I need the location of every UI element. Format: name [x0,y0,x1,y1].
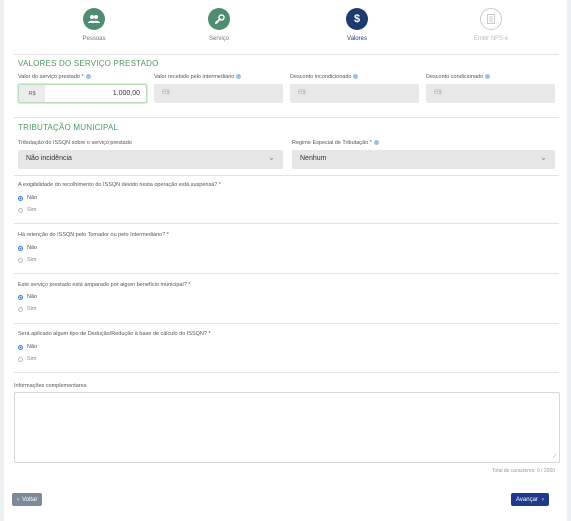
divider [14,223,559,224]
chevron-left-icon: ‹ [17,496,19,503]
divider [14,372,559,373]
valor-servico-label: Valor do serviço prestado * [18,74,91,80]
step-valores[interactable]: $ Valores [317,8,397,42]
radio-sim[interactable]: Sim [18,356,36,362]
issqn-value: Não incidência [26,155,72,162]
wrench-icon [208,8,230,30]
divider [14,54,559,55]
step-label: Emitir NFS-e [473,36,509,42]
currency-prefix: R$ [162,90,170,96]
valor-servico-input[interactable]: R$ 1.000,00 [18,84,147,103]
question-deducao: Será aplicado algum tipo de Dedução/Redu… [18,331,211,337]
regime-value: Nenhum [300,155,327,162]
chevron-down-icon: ⌄ [540,153,547,162]
back-button[interactable]: ‹ Voltar [12,493,43,506]
question-retencao: Há retenção do ISSQN pelo Tomador ou pel… [18,232,169,238]
desconto-condicionado-input[interactable]: R$ [426,84,555,103]
document-icon [480,8,502,30]
currency-prefix: R$ [298,90,306,96]
regime-select[interactable]: Nenhum ⌄ [292,150,555,169]
back-button-label: Voltar [22,496,38,503]
info-icon [485,74,491,80]
desconto-condicionado-label: Desconto condicionado [426,74,491,80]
divider [14,175,559,176]
divider [14,323,559,324]
informacoes-label: Informações complementares [14,383,87,389]
informacoes-textarea[interactable]: ⟋ [14,392,560,463]
next-button[interactable]: Avançar › [511,493,549,506]
chevron-down-icon: ⌄ [268,153,275,162]
step-label: Serviço [208,36,229,42]
stepper: Pessoas Serviço $ Valores Emitir NFS-e [4,8,567,48]
step-label: Valores [347,36,367,42]
step-emitir[interactable]: Emitir NFS-e [451,8,531,42]
radio-dot [18,344,23,350]
radio-dot [18,245,23,251]
radio-nao[interactable]: Não [18,294,37,300]
radio-dot [18,257,23,263]
radio-dot [18,356,23,362]
valor-intermediario-input[interactable]: R$ [154,84,283,103]
step-pessoas[interactable]: Pessoas [54,8,134,42]
dollar-icon: $ [346,8,368,30]
character-counter: Total de caracteres: 0 / 2000 [491,468,555,474]
valor-servico-value: 1.000,00 [112,90,140,97]
currency-prefix: R$ [19,85,45,102]
section-title-valores: VALORES DO SERVIÇO PRESTADO [18,59,159,68]
valor-intermediario-label: Valor recebido pelo intermediário [154,74,242,80]
info-icon [85,74,91,80]
radio-nao[interactable]: Não [18,195,37,201]
section-title-tributacao: TRIBUTAÇÃO MUNICIPAL [18,123,119,132]
next-button-label: Avançar [516,496,538,503]
radio-dot [18,207,23,213]
question-beneficio: Este serviço prestado está amparado por … [18,282,191,288]
form-card: Pessoas Serviço $ Valores Emitir NFS-e V… [4,0,567,521]
step-servico[interactable]: Serviço [179,8,259,42]
step-label: Pessoas [82,36,106,42]
radio-nao[interactable]: Não [18,344,37,350]
radio-sim[interactable]: Sim [18,257,36,263]
info-icon [236,74,242,80]
desconto-incondicionado-label: Desconto incondicionado [290,74,359,80]
info-icon [373,140,379,146]
resize-handle-icon[interactable]: ⟋ [553,454,557,461]
divider [14,273,559,274]
radio-dot [18,306,23,312]
people-icon [83,8,105,30]
desconto-incondicionado-input[interactable]: R$ [290,84,419,103]
chevron-right-icon: › [541,496,544,503]
currency-prefix: R$ [434,90,442,96]
radio-sim[interactable]: Sim [18,207,36,213]
info-icon [353,74,359,80]
radio-dot [18,195,23,201]
radio-dot [18,294,23,300]
radio-nao[interactable]: Não [18,245,37,251]
issqn-select[interactable]: Não incidência ⌄ [18,150,283,169]
issqn-label: Tributação do ISSQN sobre o serviço pres… [18,140,132,146]
question-suspensa: A exigibilidade do recolhimento do ISSQN… [18,182,222,188]
divider [14,117,559,118]
regime-label: Regime Especial de Tributação * [292,140,379,146]
radio-sim[interactable]: Sim [18,306,36,312]
